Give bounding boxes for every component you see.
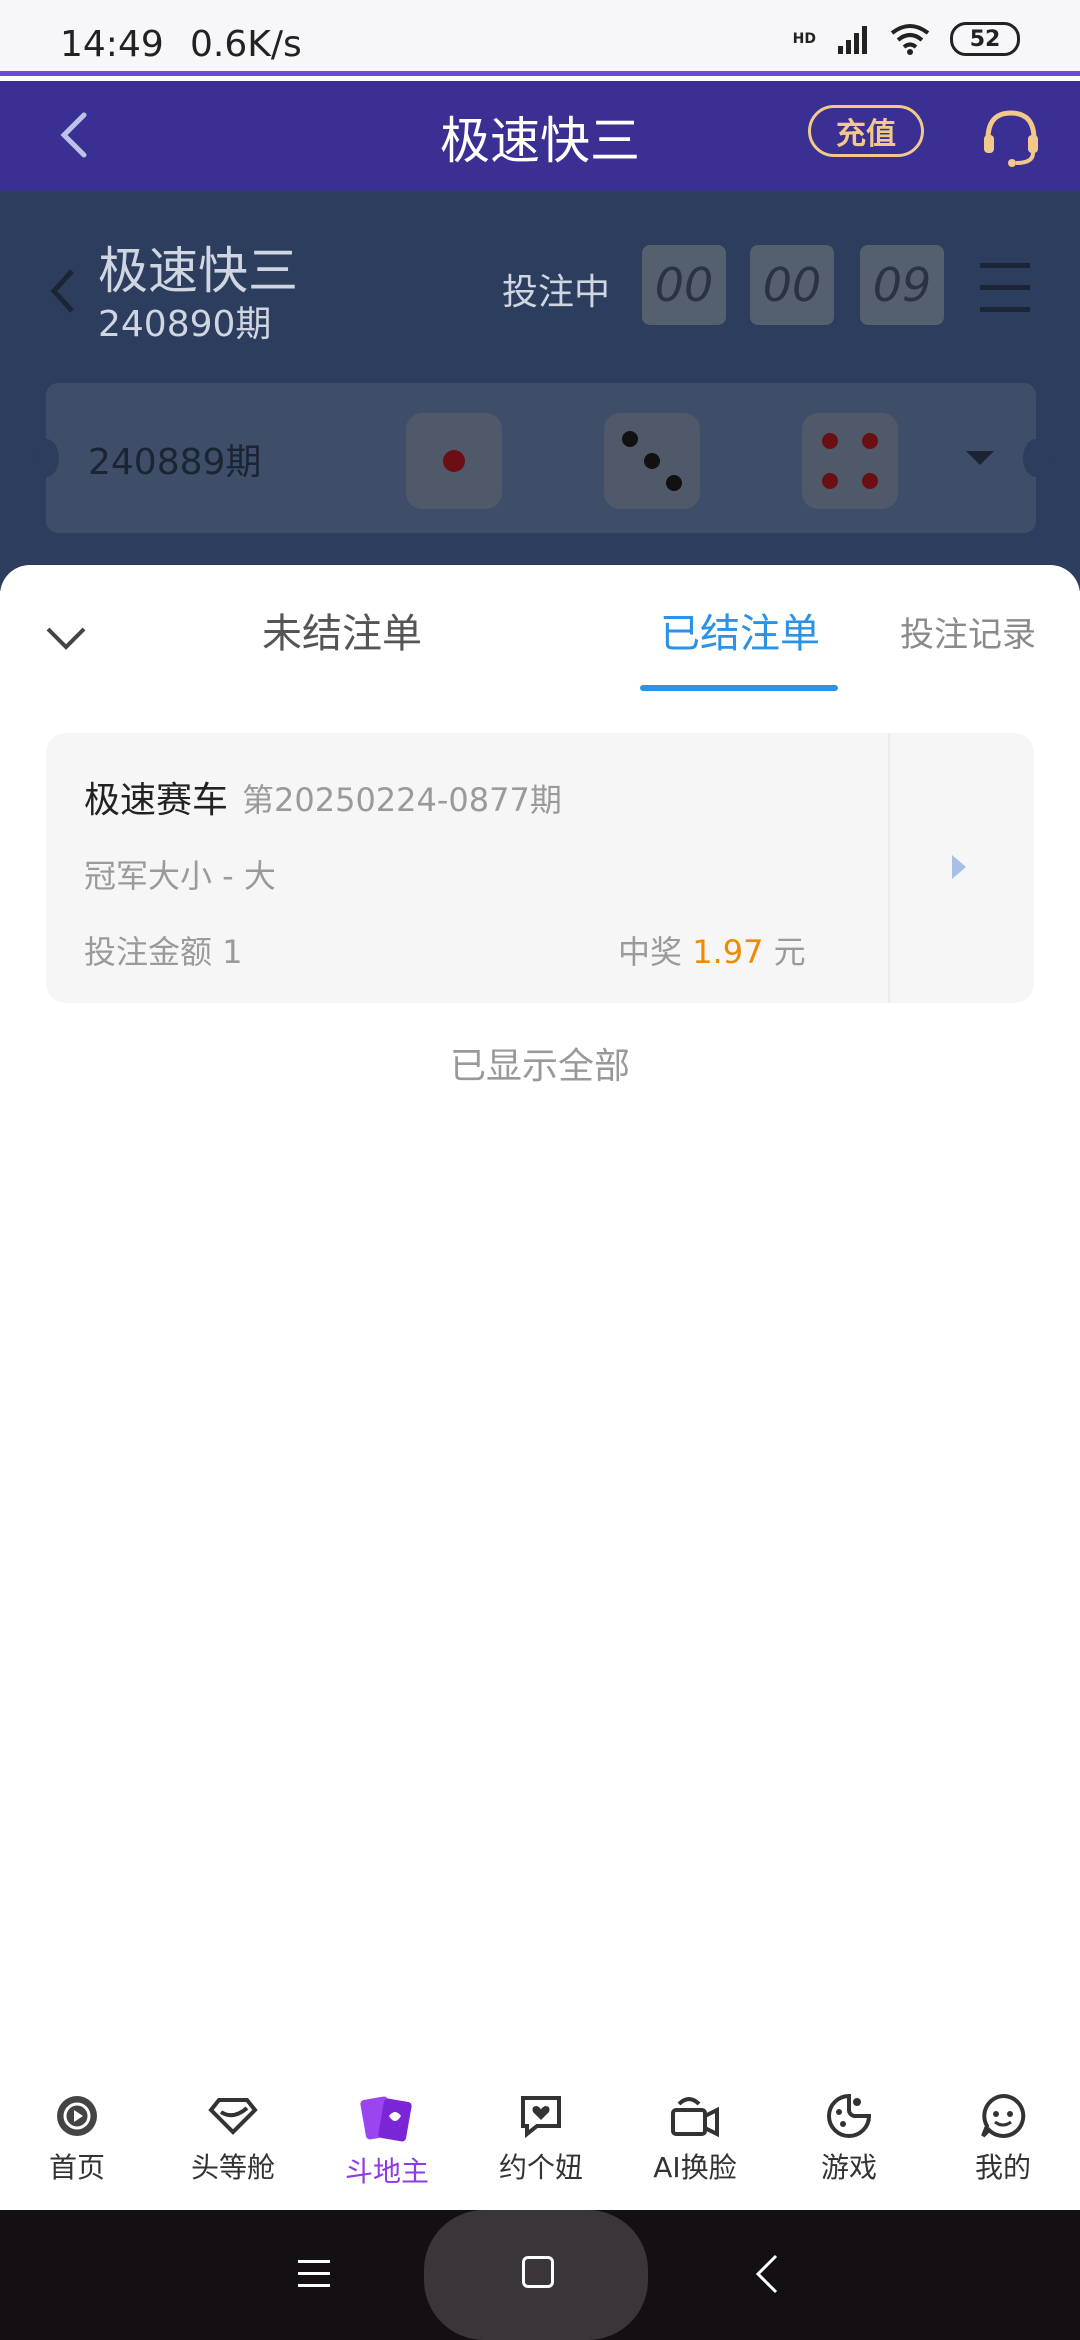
tab-doudizhu[interactable]: 斗地主: [322, 2092, 452, 2190]
camera-icon: [671, 2097, 719, 2138]
dice-icon: [406, 413, 502, 509]
home-icon[interactable]: [522, 2256, 554, 2288]
caret-down-icon[interactable]: [966, 451, 994, 465]
battery-indicator: 52: [950, 22, 1020, 56]
game-title: 极速快三: [98, 242, 298, 300]
status-speed: 0.6K/s: [190, 24, 302, 65]
win-prefix: 中奖: [618, 933, 683, 971]
bet-play-type: 冠军大小 - 大: [84, 857, 276, 895]
betting-status: 投注中: [502, 272, 611, 313]
palette-icon: [827, 2093, 872, 2138]
countdown-minutes: 00: [750, 245, 834, 325]
system-nav-bar: [0, 2210, 1080, 2340]
menu-icon[interactable]: [980, 263, 1030, 313]
cards-icon: [360, 2096, 412, 2142]
last-result-card[interactable]: 240889期: [33, 383, 1049, 533]
win-amount: 1.97: [692, 933, 764, 971]
app-header: 极速快三 充值: [0, 81, 1080, 191]
tab-ai-faceswap[interactable]: AI换脸: [630, 2092, 760, 2186]
nav-back-icon[interactable]: [752, 2252, 782, 2296]
bet-issue: 第20250224-0877期: [242, 781, 562, 819]
status-icons: HD 52: [793, 22, 1020, 56]
bet-order-card[interactable]: 极速赛车 第20250224-0877期 冠军大小 - 大 投注金额 1 中奖 …: [46, 733, 1034, 1003]
countdown-seconds: 09: [860, 245, 944, 325]
dice-icon: [604, 413, 700, 509]
status-time: 14:49: [60, 24, 164, 65]
bet-amount: 投注金额 1: [84, 933, 243, 971]
tab-settled[interactable]: 已结注单: [660, 601, 820, 659]
bet-win: 中奖 1.97 元: [618, 927, 806, 973]
tab-games[interactable]: 游戏: [784, 2092, 914, 2186]
play-circle-icon: [57, 2096, 97, 2136]
tab-unsettled[interactable]: 未结注单: [262, 601, 422, 659]
headset-icon[interactable]: [976, 101, 1046, 171]
list-end-text: 已显示全部: [449, 1046, 630, 1087]
gem-icon: [208, 2098, 258, 2135]
tab-date[interactable]: 约个妞: [476, 2092, 606, 2186]
game-back-icon[interactable]: [42, 261, 82, 321]
card-divider: [888, 733, 890, 1003]
last-period: 240889期: [88, 442, 262, 483]
heart-chat-icon: [521, 2096, 561, 2139]
recharge-button[interactable]: 充值: [808, 105, 924, 157]
current-period: 240890期: [98, 304, 272, 345]
tab-bet-records[interactable]: 投注记录: [900, 607, 1036, 656]
bet-game-name: 极速赛车: [84, 780, 229, 821]
bet-orders-sheet: 未结注单 已结注单 投注记录 极速赛车 第20250224-0877期 冠军大小…: [0, 565, 1080, 2210]
signal-icon: [838, 26, 867, 54]
tab-home[interactable]: 首页: [12, 2092, 142, 2186]
win-unit: 元: [773, 933, 806, 971]
chevron-down-icon[interactable]: [44, 615, 88, 659]
game-panel: 极速快三 240890期 投注中 00 00 09 240889期: [0, 191, 1080, 591]
smiley-icon: [981, 2093, 1026, 2138]
wifi-icon: [890, 24, 930, 55]
countdown-hours: 00: [642, 245, 726, 325]
hd-label: HD: [792, 31, 816, 47]
status-bar: 14:49 0.6K/s HD 52: [0, 0, 1080, 76]
bottom-tab-bar: 首页 头等舱 斗地主 约个妞 AI换脸 游戏 我的: [0, 2074, 1080, 2210]
dice-icon: [802, 413, 898, 509]
tab-me[interactable]: 我的: [938, 2092, 1068, 2186]
tab-first-class[interactable]: 头等舱: [168, 2092, 298, 2186]
chevron-right-icon[interactable]: [952, 855, 966, 879]
recents-icon[interactable]: [298, 2260, 330, 2296]
tab-indicator: [640, 685, 838, 691]
